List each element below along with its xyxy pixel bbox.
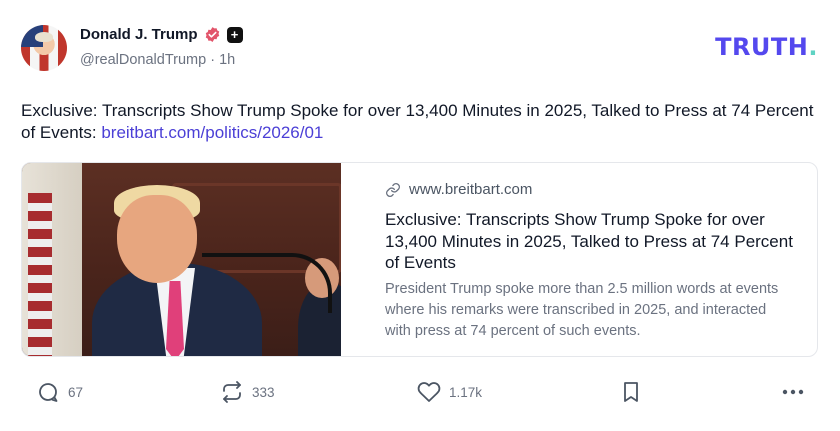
retruth-icon (223, 381, 241, 403)
action-bar: 67 333 1.17k (0, 378, 840, 408)
reply-count: 67 (68, 384, 84, 400)
card-body: www.breitbart.com Exclusive: Transcripts… (341, 163, 817, 356)
plus-badge-icon: + (226, 26, 243, 43)
card-image (22, 163, 341, 356)
link-preview-card[interactable]: www.breitbart.com Exclusive: Transcripts… (21, 162, 818, 357)
author-row: Donald J. Trump + (80, 26, 243, 43)
like-button[interactable]: 1.17k (417, 380, 482, 404)
truth-logo[interactable]: TRUTH. (715, 33, 818, 61)
post-link[interactable]: breitbart.com/politics/2026/01 (101, 123, 323, 142)
avatar[interactable] (21, 25, 67, 71)
author-name[interactable]: Donald J. Trump (80, 26, 198, 43)
retruth-count: 333 (252, 384, 275, 400)
retruth-button[interactable]: 333 (220, 380, 275, 404)
card-title: Exclusive: Transcripts Show Trump Spoke … (385, 210, 793, 272)
verified-icon (205, 27, 219, 42)
like-icon (417, 382, 441, 402)
bookmark-button[interactable] (619, 380, 643, 404)
post-text: Exclusive: Transcripts Show Trump Spoke … (21, 100, 821, 144)
like-count: 1.17k (449, 384, 483, 400)
link-icon (386, 182, 400, 197)
card-domain-row: www.breitbart.com (385, 181, 795, 198)
reply-button[interactable]: 67 (36, 380, 83, 404)
separator: · (210, 52, 216, 68)
logo-dot: . (808, 33, 818, 61)
card-domain: www.breitbart.com (409, 181, 533, 198)
bookmark-icon (624, 382, 638, 402)
more-icon (782, 389, 804, 395)
logo-text: TRUTH (715, 33, 809, 61)
more-button[interactable] (780, 380, 806, 404)
handle-row: @realDonaldTrump · 1h (80, 52, 235, 68)
reply-icon (39, 383, 58, 402)
timestamp[interactable]: 1h (219, 52, 235, 68)
author-handle[interactable]: @realDonaldTrump (80, 52, 206, 68)
card-description: President Trump spoke more than 2.5 mill… (385, 280, 779, 339)
